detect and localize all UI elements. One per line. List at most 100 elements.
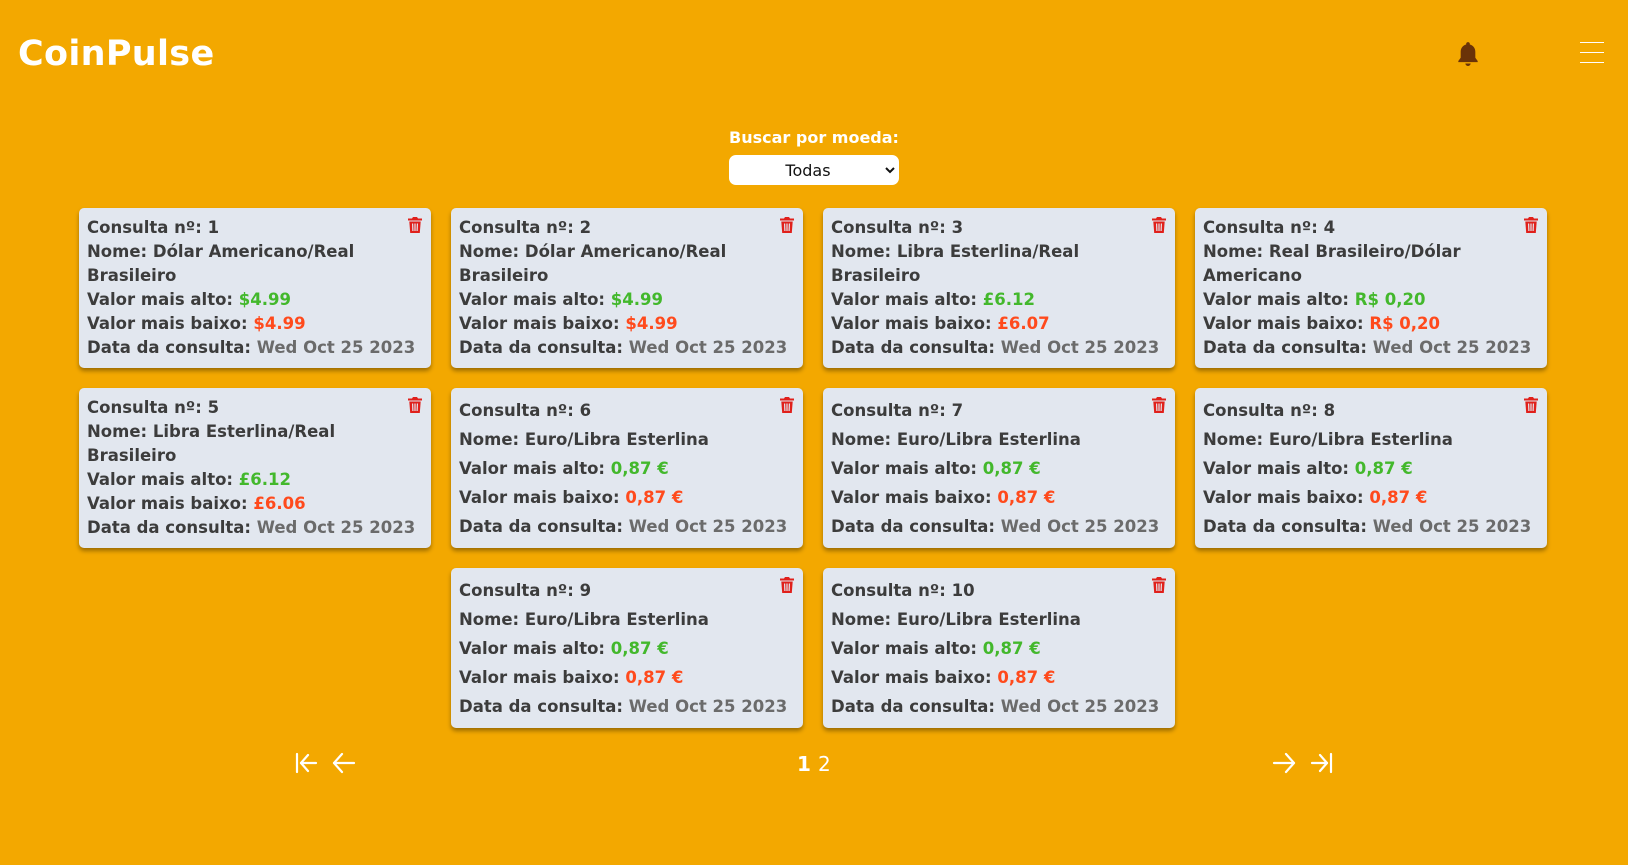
trash-icon[interactable] — [1523, 396, 1539, 414]
quote-card: Consulta nº: 3 Nome: Libra Esterlina/Real… — [823, 208, 1175, 368]
consulta-number: 1 — [207, 218, 220, 237]
trash-icon[interactable] — [407, 396, 423, 414]
alto-line: Valor mais alto: $4.99 — [459, 288, 795, 312]
nome-label: Nome: — [831, 242, 892, 261]
consulta-number: 9 — [579, 581, 592, 600]
filter-label: Buscar por moeda: — [729, 128, 899, 147]
baixo-line: Valor mais baixo: R$ 0,20 — [1203, 312, 1539, 336]
previous-page-icon[interactable] — [331, 750, 357, 776]
nome-label: Nome: — [1203, 430, 1264, 449]
consulta-label: Consulta nº: — [831, 401, 946, 420]
baixo-value: £6.06 — [253, 494, 306, 513]
trash-icon[interactable] — [1151, 396, 1167, 414]
consulta-label: Consulta nº: — [87, 398, 202, 417]
nome-line: Nome: Euro/Libra Esterlina — [831, 425, 1167, 454]
alto-label: Valor mais alto: — [831, 459, 978, 478]
baixo-label: Valor mais baixo: — [1203, 488, 1364, 507]
consulta-line: Consulta nº: 5 — [87, 396, 423, 420]
first-page-icon[interactable] — [293, 750, 319, 776]
last-page-icon[interactable] — [1309, 750, 1335, 776]
baixo-value: $4.99 — [625, 314, 678, 333]
data-label: Data da consulta: — [459, 338, 623, 357]
data-line: Data da consulta: Wed Oct 25 2023 — [1203, 512, 1539, 541]
alto-value: 0,87 € — [610, 459, 669, 478]
data-line: Data da consulta: Wed Oct 25 2023 — [831, 512, 1167, 541]
nome-value: Euro/Libra Esterlina — [524, 430, 709, 449]
consulta-line: Consulta nº: 9 — [459, 576, 795, 605]
baixo-line: Valor mais baixo: 0,87 € — [459, 663, 795, 692]
baixo-value: R$ 0,20 — [1369, 314, 1440, 333]
nome-line: Nome: Euro/Libra Esterlina — [1203, 425, 1539, 454]
data-label: Data da consulta: — [459, 697, 623, 716]
trash-icon[interactable] — [1523, 216, 1539, 234]
alto-value: £6.12 — [982, 290, 1035, 309]
alto-label: Valor mais alto: — [459, 459, 606, 478]
page-2-link[interactable]: 2 — [818, 752, 831, 776]
data-line: Data da consulta: Wed Oct 25 2023 — [87, 516, 423, 540]
data-line: Data da consulta: Wed Oct 25 2023 — [87, 336, 423, 360]
nome-label: Nome: — [459, 242, 520, 261]
data-line: Data da consulta: Wed Oct 25 2023 — [831, 692, 1167, 721]
consulta-number: 8 — [1323, 401, 1336, 420]
data-line: Data da consulta: Wed Oct 25 2023 — [1203, 336, 1539, 360]
baixo-value: £6.07 — [997, 314, 1050, 333]
data-value: Wed Oct 25 2023 — [256, 338, 416, 357]
data-value: Wed Oct 25 2023 — [628, 517, 788, 536]
alto-label: Valor mais alto: — [831, 290, 978, 309]
trash-icon[interactable] — [407, 216, 423, 234]
baixo-value: 0,87 € — [625, 488, 684, 507]
alto-line: Valor mais alto: £6.12 — [831, 288, 1167, 312]
trash-icon[interactable] — [1151, 576, 1167, 594]
baixo-value: 0,87 € — [625, 668, 684, 687]
alto-label: Valor mais alto: — [1203, 290, 1350, 309]
bell-icon[interactable] — [1455, 40, 1481, 68]
consulta-label: Consulta nº: — [459, 581, 574, 600]
consulta-number: 7 — [951, 401, 964, 420]
alto-label: Valor mais alto: — [87, 290, 234, 309]
alto-label: Valor mais alto: — [87, 470, 234, 489]
nome-line: Nome: Libra Esterlina/Real Brasileiro — [87, 420, 423, 468]
consulta-number: 4 — [1323, 218, 1336, 237]
nome-label: Nome: — [831, 430, 892, 449]
quote-card: Consulta nº: 6 Nome: Euro/Libra Esterlina… — [451, 388, 803, 548]
nome-line: Nome: Euro/Libra Esterlina — [831, 605, 1167, 634]
trash-icon[interactable] — [779, 576, 795, 594]
consulta-label: Consulta nº: — [459, 218, 574, 237]
app-title: CoinPulse — [18, 34, 215, 74]
consulta-label: Consulta nº: — [87, 218, 202, 237]
page-1-link[interactable]: 1 — [797, 752, 811, 776]
hamburger-menu-icon[interactable] — [1580, 42, 1604, 66]
data-label: Data da consulta: — [87, 338, 251, 357]
consulta-label: Consulta nº: — [831, 581, 946, 600]
nome-value: Euro/Libra Esterlina — [896, 430, 1081, 449]
trash-icon[interactable] — [779, 396, 795, 414]
currency-select[interactable]: Todas — [729, 155, 899, 185]
data-label: Data da consulta: — [459, 517, 623, 536]
nome-line: Nome: Euro/Libra Esterlina — [459, 605, 795, 634]
baixo-line: Valor mais baixo: 0,87 € — [1203, 483, 1539, 512]
baixo-label: Valor mais baixo: — [831, 668, 992, 687]
nome-label: Nome: — [831, 610, 892, 629]
baixo-value: 0,87 € — [997, 488, 1056, 507]
baixo-line: Valor mais baixo: £6.07 — [831, 312, 1167, 336]
trash-icon[interactable] — [779, 216, 795, 234]
baixo-line: Valor mais baixo: £6.06 — [87, 492, 423, 516]
alto-label: Valor mais alto: — [831, 639, 978, 658]
baixo-line: Valor mais baixo: $4.99 — [459, 312, 795, 336]
data-label: Data da consulta: — [831, 338, 995, 357]
data-value: Wed Oct 25 2023 — [1372, 517, 1532, 536]
data-line: Data da consulta: Wed Oct 25 2023 — [459, 336, 795, 360]
nome-value: Euro/Libra Esterlina — [896, 610, 1081, 629]
alto-label: Valor mais alto: — [459, 290, 606, 309]
alto-line: Valor mais alto: 0,87 € — [1203, 454, 1539, 483]
data-label: Data da consulta: — [1203, 517, 1367, 536]
alto-line: Valor mais alto: 0,87 € — [459, 634, 795, 663]
data-value: Wed Oct 25 2023 — [1000, 338, 1160, 357]
nome-value: Euro/Libra Esterlina — [1268, 430, 1453, 449]
consulta-line: Consulta nº: 7 — [831, 396, 1167, 425]
data-value: Wed Oct 25 2023 — [1372, 338, 1532, 357]
next-page-icon[interactable] — [1271, 750, 1297, 776]
data-line: Data da consulta: Wed Oct 25 2023 — [459, 692, 795, 721]
trash-icon[interactable] — [1151, 216, 1167, 234]
baixo-label: Valor mais baixo: — [459, 668, 620, 687]
